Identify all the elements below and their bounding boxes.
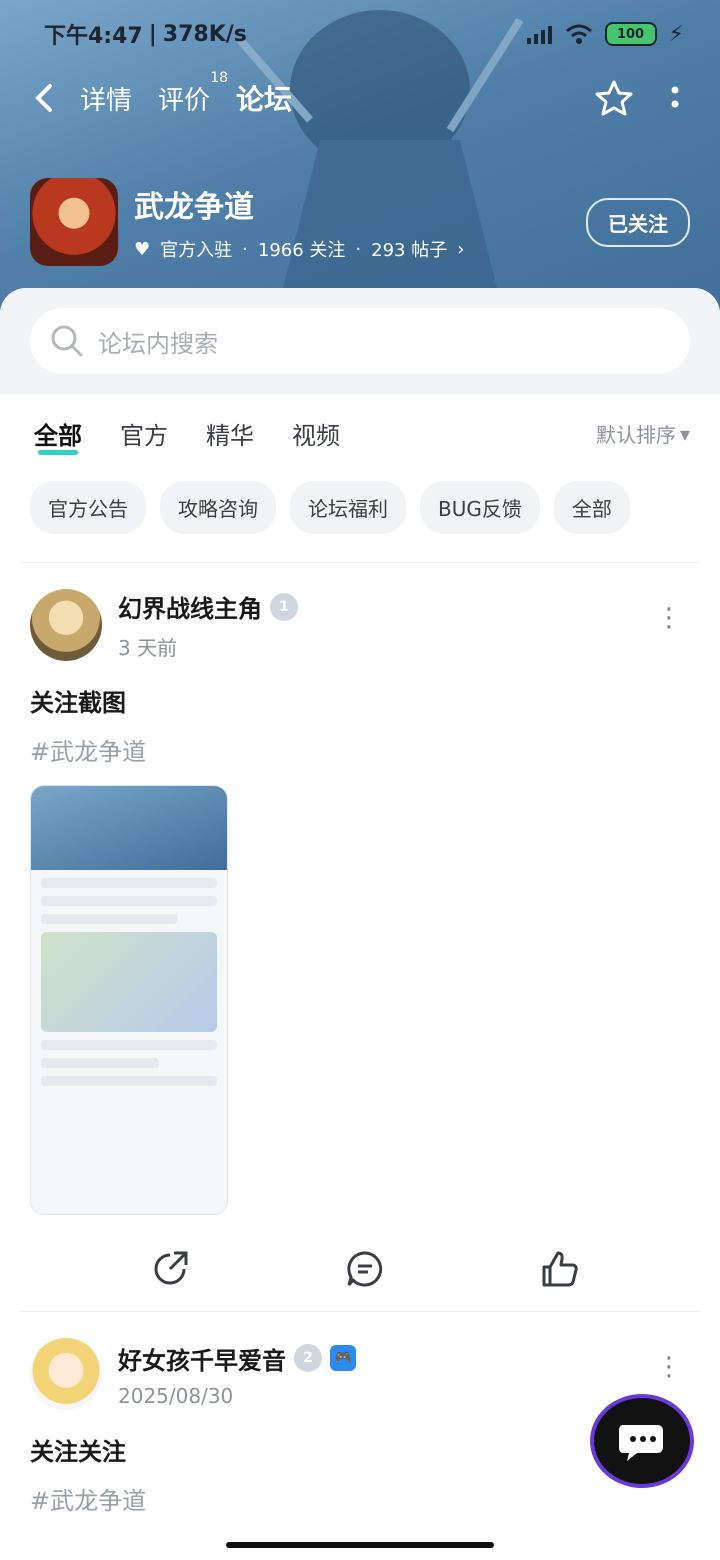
tab-all[interactable]: 全部 xyxy=(34,416,82,455)
level-badge: 2 xyxy=(294,1344,322,1372)
chevron-left-icon[interactable] xyxy=(34,83,54,113)
tab-featured[interactable]: 精华 xyxy=(206,416,254,451)
dot-separator: · xyxy=(355,238,362,260)
forum-page: 下午4:47 | 378K/s 100 ⚡ 详情 评价 18 论坛 武龙争道 ♥… xyxy=(0,0,720,1560)
post-header: 好女孩千早爱音 2 🎮 2025/08/30 xyxy=(30,1338,690,1410)
dot-separator: · xyxy=(242,238,248,260)
official-label: 官方入驻 xyxy=(160,240,233,261)
search-input[interactable]: 论坛内搜索 xyxy=(30,308,690,374)
thumbnail-line xyxy=(41,1076,217,1086)
search-placeholder: 论坛内搜索 xyxy=(98,329,218,358)
search-area: 论坛内搜索 xyxy=(0,288,720,394)
sort-label: 默认排序 xyxy=(595,423,676,447)
battery-indicator: 100 xyxy=(604,22,657,46)
official-icon: ♥ xyxy=(134,238,151,260)
thumbnail-line xyxy=(41,896,217,906)
status-speed: 378K/s xyxy=(162,21,247,47)
status-time: 下午4:47 xyxy=(44,24,143,49)
follow-button[interactable]: 已关注 xyxy=(586,197,690,247)
author-name[interactable]: 幻界战线主角 xyxy=(118,589,262,624)
nav-actions xyxy=(594,78,680,118)
reviews-count-badge: 18 xyxy=(210,69,229,86)
author-row: 好女孩千早爱音 2 🎮 xyxy=(118,1341,356,1376)
forum-tabs: 全部 官方 精华 视频 默认排序 ▾ xyxy=(0,394,720,463)
charging-icon: ⚡ xyxy=(668,21,684,47)
search-icon xyxy=(51,325,83,357)
caret-down-icon: ▾ xyxy=(679,421,690,446)
chat-fab-button[interactable] xyxy=(594,1398,690,1484)
chip-bug-report[interactable]: BUG反馈 xyxy=(420,481,540,534)
thumbnail-line xyxy=(41,1058,159,1068)
share-icon[interactable] xyxy=(150,1249,190,1289)
thumbnail-line xyxy=(41,914,179,924)
wifi-icon xyxy=(565,24,592,44)
post-tag[interactable]: #武龙争道 xyxy=(30,1481,690,1516)
status-bar: 下午4:47 | 378K/s 100 ⚡ xyxy=(44,16,684,52)
more-vertical-icon[interactable] xyxy=(670,85,680,111)
tab-video[interactable]: 视频 xyxy=(292,416,340,451)
post-title: 关注关注 xyxy=(30,1438,126,1466)
thumbnail-line xyxy=(41,1040,217,1050)
top-nav: 详情 评价 18 论坛 xyxy=(34,70,680,122)
chip-benefits[interactable]: 论坛福利 xyxy=(290,481,406,534)
thumbnail-line xyxy=(41,878,217,888)
post-tag[interactable]: #武龙争道 xyxy=(30,732,690,767)
post-meta: 幻界战线主角 1 3 天前 xyxy=(118,589,298,661)
comment-icon[interactable] xyxy=(345,1249,385,1289)
tab-reviews[interactable]: 评价 18 xyxy=(158,70,228,117)
tab-details[interactable]: 详情 xyxy=(80,80,132,117)
header-banner: 下午4:47 | 378K/s 100 ⚡ 详情 评价 18 论坛 武龙争道 ♥… xyxy=(0,0,720,330)
level-badge: 1 xyxy=(270,592,298,621)
app-title: 武龙争道 xyxy=(134,190,254,225)
post-time: 3 天前 xyxy=(118,636,178,660)
home-indicator[interactable] xyxy=(226,1542,494,1548)
chevron-right-icon: › xyxy=(457,238,465,260)
post-meta: 好女孩千早爱音 2 🎮 2025/08/30 xyxy=(118,1341,356,1408)
author-name[interactable]: 好女孩千早爱音 xyxy=(118,1341,286,1376)
post-screenshot-thumbnail[interactable] xyxy=(30,785,228,1215)
app-summary: 武龙争道 ♥ 官方入驻 · 1966 关注 · 293 帖子 › 已关注 xyxy=(30,178,690,266)
category-chips: 官方公告 攻略咨询 论坛福利 BUG反馈 全部 xyxy=(0,463,720,552)
post-more-icon[interactable]: ⋮ xyxy=(656,1352,682,1382)
post-title: 关注截图 xyxy=(30,689,126,717)
chip-guides[interactable]: 攻略咨询 xyxy=(160,481,276,534)
tab-forum[interactable]: 论坛 xyxy=(234,78,295,120)
chip-all[interactable]: 全部 xyxy=(553,481,630,534)
sort-dropdown[interactable]: 默认排序 ▾ xyxy=(596,419,690,448)
tab-reviews-label: 评价 xyxy=(158,85,211,116)
posts-count[interactable]: 293 帖子 xyxy=(371,236,447,262)
app-stats: ♥ 官方入驻 · 1966 关注 · 293 帖子 › xyxy=(134,236,464,262)
chat-bubble-icon xyxy=(619,1425,663,1461)
app-icon[interactable] xyxy=(30,178,118,266)
avatar[interactable] xyxy=(30,589,102,661)
post-more-icon[interactable]: ⋮ xyxy=(656,603,682,633)
thumbnail-header xyxy=(31,786,227,870)
post-actions xyxy=(30,1215,690,1311)
status-right: 100 ⚡ xyxy=(526,21,684,47)
avatar[interactable] xyxy=(30,1338,102,1410)
post-header: 幻界战线主角 1 3 天前 xyxy=(30,589,690,661)
gamepad-icon: 🎮 xyxy=(330,1345,356,1371)
author-row: 幻界战线主角 1 xyxy=(118,589,298,624)
like-icon[interactable] xyxy=(540,1249,580,1289)
star-icon[interactable] xyxy=(594,78,634,118)
content-panel: 论坛内搜索 全部 官方 精华 视频 默认排序 ▾ 官方公告 攻略咨询 论坛福利 … xyxy=(0,288,720,1560)
followers-count: 1966 关注 xyxy=(257,240,346,261)
signal-icon xyxy=(526,26,552,44)
tab-official[interactable]: 官方 xyxy=(120,416,168,451)
post-time: 2025/08/30 xyxy=(118,1383,234,1408)
thumbnail-image xyxy=(41,932,217,1032)
chip-announcements[interactable]: 官方公告 xyxy=(30,481,146,534)
app-info: 武龙争道 ♥ 官方入驻 · 1966 关注 · 293 帖子 › xyxy=(134,182,464,262)
post-card[interactable]: 幻界战线主角 1 3 天前 ⋮ 关注截图 #武龙争道 xyxy=(0,563,720,1311)
status-sep: | xyxy=(148,21,157,47)
